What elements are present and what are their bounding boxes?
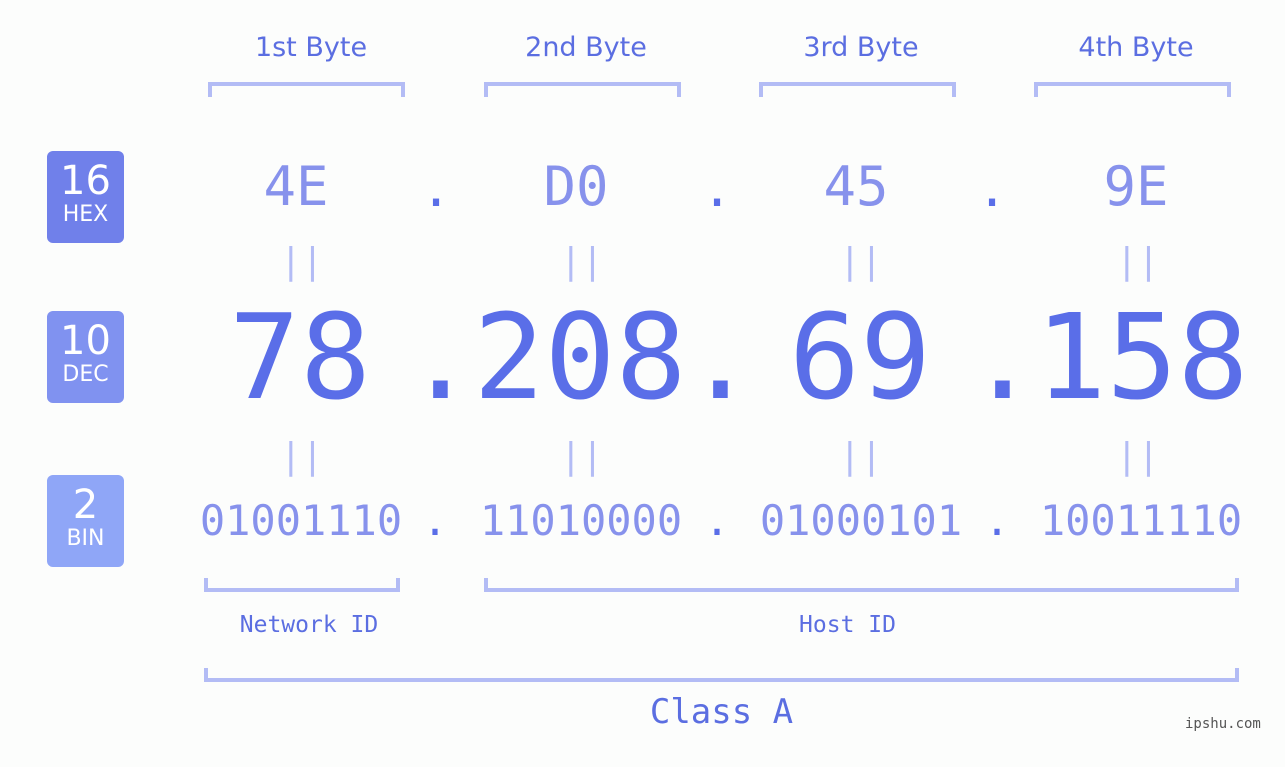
byte-bracket-2 <box>484 82 681 97</box>
hex-value-1: 4E <box>263 155 329 218</box>
byte-label-1: 1st Byte <box>254 32 368 63</box>
byte-bracket-3 <box>759 82 956 97</box>
equals-hex-dec-3: || <box>839 241 883 282</box>
dec-separator-2: . <box>685 288 757 426</box>
bin-badge: 2 BIN <box>47 475 124 567</box>
hex-badge-number: 16 <box>60 158 111 204</box>
host-id-bracket <box>484 578 1239 592</box>
byte-label-3: 3rd Byte <box>803 32 919 63</box>
bin-badge-number: 2 <box>72 482 99 528</box>
dec-badge: 10 DEC <box>47 311 124 403</box>
equals-dec-bin-1: || <box>280 436 324 477</box>
dec-value-2: 208 <box>473 288 687 426</box>
byte-label-2: 2nd Byte <box>525 32 647 63</box>
dec-value-3: 69 <box>788 288 932 426</box>
dec-value-1: 78 <box>228 288 372 426</box>
dec-badge-number: 10 <box>60 318 111 364</box>
hex-separator-2: . <box>701 160 733 218</box>
bin-value-2: 11010000 <box>479 496 683 545</box>
dec-value-4: 158 <box>1035 288 1249 426</box>
bin-value-3: 01000101 <box>759 496 963 545</box>
hex-value-4: 9E <box>1103 155 1169 218</box>
hex-separator-1: . <box>420 160 452 218</box>
class-bracket <box>204 668 1239 682</box>
hex-badge: 16 HEX <box>47 151 124 243</box>
host-id-label: Host ID <box>799 612 896 638</box>
class-label: Class A <box>649 692 794 732</box>
equals-hex-dec-1: || <box>280 241 324 282</box>
bin-value-1: 01001110 <box>199 496 403 545</box>
dec-badge-name: DEC <box>62 362 109 387</box>
bin-separator-3: . <box>984 496 1010 545</box>
bin-badge-name: BIN <box>66 526 105 551</box>
equals-dec-bin-3: || <box>839 436 883 477</box>
bin-value-4: 10011110 <box>1039 496 1243 545</box>
watermark: ipshu.com <box>1185 716 1261 732</box>
network-id-label: Network ID <box>239 612 379 638</box>
dec-separator-3: . <box>967 288 1039 426</box>
equals-dec-bin-2: || <box>560 436 604 477</box>
bin-separator-2: . <box>704 496 730 545</box>
dec-separator-1: . <box>405 288 477 426</box>
equals-hex-dec-4: || <box>1116 241 1160 282</box>
byte-bracket-4 <box>1034 82 1231 97</box>
equals-hex-dec-2: || <box>560 241 604 282</box>
hex-separator-3: . <box>976 160 1008 218</box>
byte-bracket-1 <box>208 82 405 97</box>
network-id-bracket <box>204 578 400 592</box>
hex-value-2: D0 <box>543 155 609 218</box>
hex-value-3: 45 <box>823 155 889 218</box>
hex-badge-name: HEX <box>62 202 109 227</box>
bin-separator-1: . <box>422 496 448 545</box>
equals-dec-bin-4: || <box>1116 436 1160 477</box>
byte-label-4: 4th Byte <box>1078 32 1194 63</box>
